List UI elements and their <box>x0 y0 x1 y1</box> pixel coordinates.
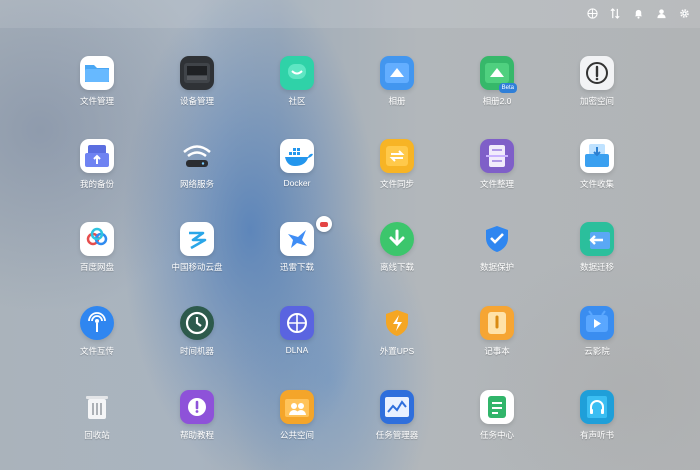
collect-icon <box>580 139 614 173</box>
app-external-ups[interactable]: 外置UPS <box>352 306 442 357</box>
help-icon <box>180 390 214 424</box>
app-task-manager[interactable]: 任务管理器 <box>352 390 442 441</box>
thunder-icon <box>280 222 314 256</box>
app-china-mobile-cloud[interactable]: 中国移动云盘 <box>152 222 242 273</box>
app-label: 数据迁移 <box>579 262 614 272</box>
app-dlna[interactable]: DLNA <box>252 306 342 355</box>
app-label: 记事本 <box>484 346 510 356</box>
public-space-icon <box>280 390 314 424</box>
app-offline-download[interactable]: 离线下载 <box>352 222 442 273</box>
app-notepad[interactable]: 记事本 <box>452 306 542 357</box>
app-label: 离线下载 <box>379 262 414 272</box>
folder-icon <box>80 56 114 90</box>
app-label: 相册 <box>388 96 406 106</box>
app-file-collect[interactable]: 文件收集 <box>552 139 642 190</box>
app-task-center[interactable]: 任务中心 <box>452 390 542 441</box>
app-label: 相册2.0 <box>482 96 512 106</box>
task-center-icon <box>480 390 514 424</box>
lock-icon <box>580 56 614 90</box>
app-label: 云影院 <box>584 346 610 356</box>
transfer-icon <box>80 306 114 340</box>
app-public-space[interactable]: 公共空间 <box>252 390 342 441</box>
app-encrypted-space[interactable]: 加密空间 <box>552 56 642 107</box>
app-label: 网络服务 <box>179 179 214 189</box>
cinema-icon <box>580 306 614 340</box>
user-icon[interactable] <box>654 6 669 21</box>
shield-icon <box>480 222 514 256</box>
app-label: 社区 <box>288 96 306 106</box>
app-label: 加密空间 <box>579 96 614 106</box>
app-photos2[interactable]: Beta 相册2.0 <box>452 56 542 107</box>
app-label: DLNA <box>285 345 309 355</box>
ups-icon <box>380 306 414 340</box>
sync-icon <box>380 139 414 173</box>
app-file-manager[interactable]: 文件管理 <box>52 56 142 107</box>
app-recycle-bin[interactable]: 回收站 <box>52 390 142 441</box>
app-label: 设备管理 <box>179 96 214 106</box>
app-label: 文件收集 <box>579 179 614 189</box>
time-machine-icon <box>180 306 214 340</box>
app-community[interactable]: 社区 <box>252 56 342 107</box>
app-label: 迅雷下载 <box>279 262 314 272</box>
app-label: 任务中心 <box>479 430 514 440</box>
wifi-icon <box>180 139 214 173</box>
notepad-icon <box>480 306 514 340</box>
beta-badge: Beta <box>498 83 517 93</box>
app-file-sync[interactable]: 文件同步 <box>352 139 442 190</box>
app-audiobook[interactable]: 有声听书 <box>552 390 642 441</box>
migrate-icon <box>580 222 614 256</box>
app-label: 有声听书 <box>579 430 614 440</box>
app-cloud-cinema[interactable]: 云影院 <box>552 306 642 357</box>
app-label: 文件互传 <box>79 346 114 356</box>
app-data-protection[interactable]: 数据保护 <box>452 222 542 273</box>
photo-icon <box>380 56 414 90</box>
app-label: 外置UPS <box>379 346 415 356</box>
app-label: 中国移动云盘 <box>171 262 223 272</box>
docker-icon <box>280 139 314 173</box>
grid-icon[interactable] <box>585 6 600 21</box>
app-label: 文件管理 <box>79 96 114 106</box>
photo2-icon: Beta <box>480 56 517 93</box>
app-file-organize[interactable]: 文件整理 <box>452 139 542 190</box>
gear-icon[interactable] <box>677 6 692 21</box>
system-tray <box>585 6 692 21</box>
download-icon <box>380 222 414 256</box>
app-help-tutorial[interactable]: 帮助教程 <box>152 390 242 441</box>
baidu-icon <box>80 222 114 256</box>
top-bar <box>0 0 700 28</box>
trash-icon <box>80 390 114 424</box>
app-label: 文件整理 <box>479 179 514 189</box>
app-device-manager[interactable]: 设备管理 <box>152 56 242 107</box>
app-label: 百度网盘 <box>79 262 114 272</box>
app-label: 数据保护 <box>479 262 514 272</box>
app-label: 公共空间 <box>279 430 314 440</box>
app-label: 任务管理器 <box>375 430 419 440</box>
device-icon <box>180 56 214 90</box>
sort-icon[interactable] <box>608 6 623 21</box>
backup-icon <box>80 139 114 173</box>
app-label: Docker <box>283 178 311 188</box>
app-label: 我的备份 <box>79 179 114 189</box>
app-my-backup[interactable]: 我的备份 <box>52 139 142 190</box>
app-data-migration[interactable]: 数据迁移 <box>552 222 642 273</box>
audiobook-icon <box>580 390 614 424</box>
app-docker[interactable]: Docker <box>252 139 342 188</box>
app-label: 帮助教程 <box>179 430 214 440</box>
app-label: 回收站 <box>84 430 110 440</box>
app-label: 时间机器 <box>179 346 214 356</box>
app-file-transfer[interactable]: 文件互传 <box>52 306 142 357</box>
app-time-machine[interactable]: 时间机器 <box>152 306 242 357</box>
community-icon <box>280 56 314 90</box>
bell-icon[interactable] <box>631 6 646 21</box>
dlna-icon <box>280 306 314 340</box>
app-photos[interactable]: 相册 <box>352 56 442 107</box>
app-label: 文件同步 <box>379 179 414 189</box>
task-manager-icon <box>380 390 414 424</box>
mobile-cloud-icon <box>180 222 214 256</box>
app-baidu-netdisk[interactable]: 百度网盘 <box>52 222 142 273</box>
app-network-services[interactable]: 网络服务 <box>152 139 242 190</box>
organize-icon <box>480 139 514 173</box>
notification-badge[interactable] <box>316 216 332 232</box>
